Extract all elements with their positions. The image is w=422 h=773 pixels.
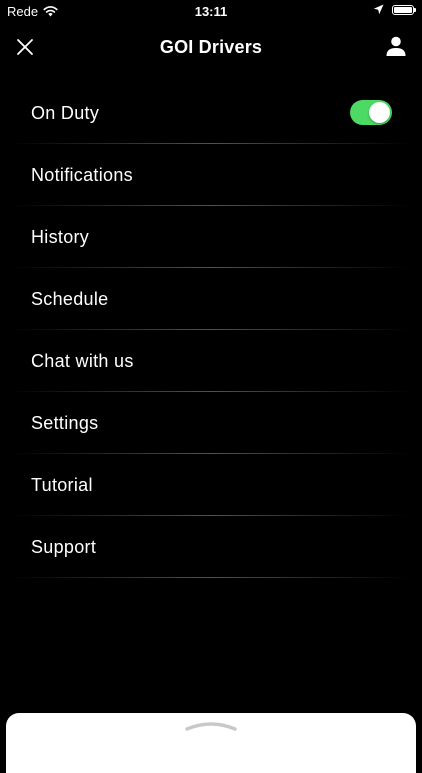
status-right [373, 4, 416, 15]
location-arrow-icon [373, 4, 384, 15]
battery-icon [392, 4, 416, 15]
chevron-up-icon[interactable] [184, 718, 238, 732]
menu-item-schedule[interactable]: Schedule [0, 268, 422, 330]
toggle-knob [369, 102, 390, 123]
menu-item-label: Tutorial [31, 474, 93, 495]
menu-item-label: Support [31, 536, 97, 557]
bottom-sheet[interactable] [6, 713, 416, 773]
status-bar: Rede 13:11 [0, 0, 422, 22]
menu-item-notifications[interactable]: Notifications [0, 144, 422, 206]
menu-item-label: Schedule [31, 288, 109, 309]
menu-item-tutorial[interactable]: Tutorial [0, 454, 422, 516]
status-time: 13:11 [194, 4, 228, 19]
side-menu: On Duty Notifications History Schedule C… [0, 82, 422, 578]
on-duty-toggle[interactable] [350, 100, 392, 125]
page-title: GOI Drivers [159, 37, 263, 57]
menu-item-label: Chat with us [31, 350, 134, 371]
menu-item-label: On Duty [31, 102, 100, 123]
menu-item-settings[interactable]: Settings [0, 392, 422, 454]
battery-level [394, 6, 412, 13]
person-icon[interactable] [384, 34, 408, 58]
menu-item-history[interactable]: History [0, 206, 422, 268]
header: GOI Drivers [0, 28, 422, 66]
menu-item-label: Notifications [31, 164, 133, 185]
menu-item-label: History [31, 226, 90, 247]
menu-item-on-duty: On Duty [0, 82, 422, 144]
menu-item-chat[interactable]: Chat with us [0, 330, 422, 392]
menu-item-support[interactable]: Support [0, 516, 422, 578]
menu-item-label: Settings [31, 412, 99, 433]
